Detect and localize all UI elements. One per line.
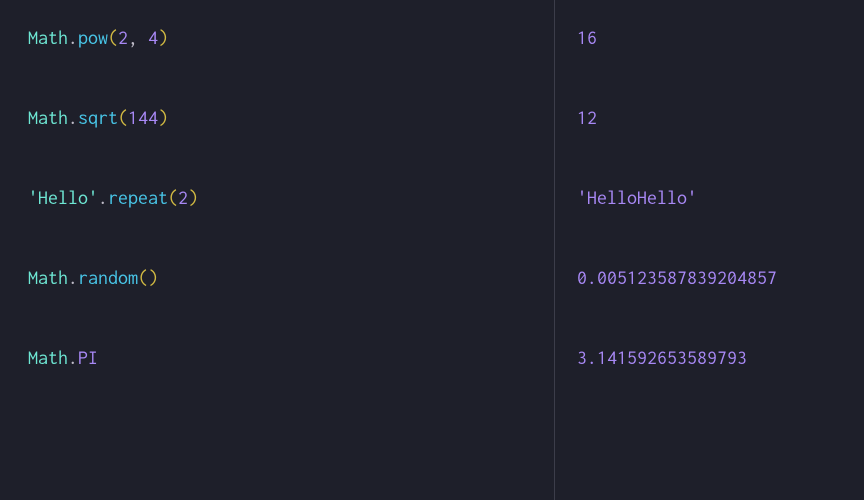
output-value: 'HelloHello' (577, 187, 697, 208)
code-token: ) (158, 107, 168, 128)
code-token: ) (188, 187, 198, 208)
code-token: 'Hello' (28, 187, 98, 208)
output-panel: 16 12 'HelloHello' 0.005123587839204857 3.14… (555, 0, 864, 500)
code-token: . (98, 187, 108, 208)
code-token: ) (148, 267, 158, 288)
repl-input-row[interactable]: Math.sqrt(144) (28, 104, 554, 184)
code-token: ( (118, 107, 128, 128)
code-token: Math (28, 107, 68, 128)
code-token: Math (28, 27, 68, 48)
repl-output-row: 'HelloHello' (577, 184, 864, 264)
repl-output-row: 12 (577, 104, 864, 184)
code-token: 4 (148, 27, 158, 48)
code-token: sqrt (78, 107, 118, 128)
repl-output-row: 3.141592653589793 (577, 344, 864, 424)
output-value: 12 (577, 107, 597, 128)
code-token: ( (168, 187, 178, 208)
code-token: ) (158, 27, 168, 48)
repl-output-row: 0.005123587839204857 (577, 264, 864, 344)
code-token: random (78, 267, 138, 288)
code-token: . (68, 107, 78, 128)
code-token: . (68, 347, 78, 368)
code-token: ( (138, 267, 148, 288)
code-token: 144 (128, 107, 158, 128)
repl-input-row[interactable]: Math.pow(2, 4) (28, 24, 554, 104)
output-value: 0.005123587839204857 (577, 267, 777, 288)
code-token: PI (78, 347, 98, 368)
repl-input-row[interactable]: 'Hello'.repeat(2) (28, 184, 554, 264)
code-token: repeat (108, 187, 168, 208)
output-value: 16 (577, 27, 597, 48)
code-token: ( (108, 27, 118, 48)
output-value: 3.141592653589793 (577, 347, 747, 368)
repl-output-row: 16 (577, 24, 864, 104)
code-token: . (68, 27, 78, 48)
repl-input-row[interactable]: Math.PI (28, 344, 554, 424)
input-panel: Math.pow(2, 4)Math.sqrt(144)'Hello'.repe… (0, 0, 555, 500)
code-token: Math (28, 347, 68, 368)
repl-input-row[interactable]: Math.random() (28, 264, 554, 344)
code-token: 2 (118, 27, 128, 48)
repl-container: Math.pow(2, 4)Math.sqrt(144)'Hello'.repe… (0, 0, 864, 500)
code-token: 2 (178, 187, 188, 208)
code-token: . (68, 267, 78, 288)
code-token: , (128, 27, 148, 48)
code-token: Math (28, 267, 68, 288)
code-token: pow (78, 27, 108, 48)
